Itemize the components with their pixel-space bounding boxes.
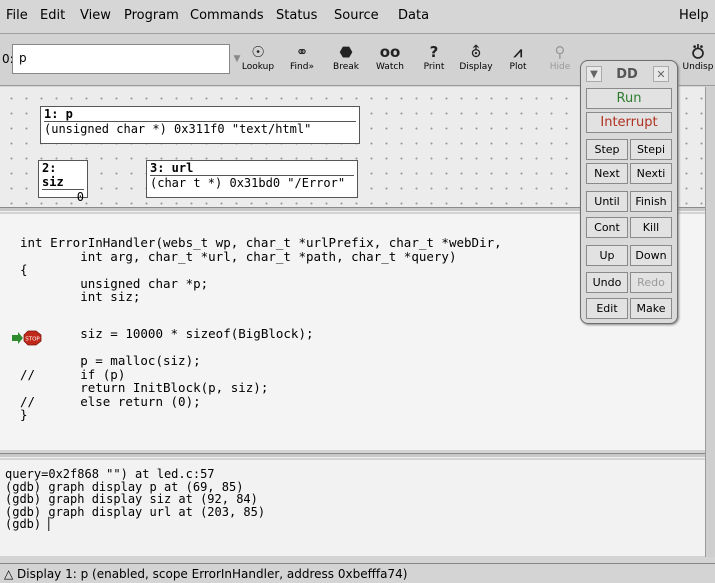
status-text: Display 1: p (enabled, scope ErrorInHand…: [17, 567, 408, 581]
find-button[interactable]: ⚭ Find»: [282, 42, 322, 80]
close-icon[interactable]: ✕: [653, 66, 669, 82]
menu-file[interactable]: File: [6, 8, 28, 23]
menu-view[interactable]: View: [80, 8, 111, 23]
until-button[interactable]: Until: [586, 191, 628, 212]
warning-triangle-icon: △: [4, 567, 18, 581]
watch-icon: oo: [379, 43, 401, 61]
run-button[interactable]: Run: [586, 88, 672, 109]
print-button[interactable]: ? Print: [414, 42, 454, 80]
hide-button[interactable]: ⚲ Hide: [540, 42, 580, 80]
console-line: (gdb) graph display url at (203, 85): [5, 504, 266, 519]
menu-edit[interactable]: Edit: [40, 8, 65, 23]
display-p[interactable]: 1: p (unsigned char *) 0x311f0 "text/htm…: [40, 106, 360, 144]
command-tool-title: DD: [616, 67, 638, 82]
menu-bar: File Edit View Program Commands Status S…: [0, 0, 715, 34]
text-cursor: ▏: [48, 517, 56, 531]
source-line: // else return (0);: [20, 393, 201, 409]
undisp-label: Undisp: [682, 62, 714, 72]
source-line: [20, 341, 705, 355]
vertical-scrollbar[interactable]: [705, 87, 715, 557]
menu-source[interactable]: Source: [334, 8, 379, 23]
console-prompt[interactable]: (gdb) ▏: [5, 518, 705, 531]
lookup-button[interactable]: ☉ Lookup: [238, 42, 278, 80]
nexti-button[interactable]: Nexti: [630, 163, 672, 184]
find-label: Find»: [290, 62, 314, 72]
display-p-value: (unsigned char *) 0x311f0 "text/html": [44, 122, 312, 136]
display-icon: ⛢: [470, 43, 482, 61]
undisp-icon: ⛣: [690, 43, 706, 61]
print-icon: ?: [429, 43, 439, 61]
command-tool: ▼ DD ✕ Run Interrupt Step Stepi Next Nex…: [580, 60, 678, 324]
menu-help[interactable]: Help: [679, 8, 709, 23]
print-label: Print: [423, 62, 445, 72]
display-url-title: 3: url: [150, 161, 354, 176]
make-button[interactable]: Make: [630, 298, 672, 319]
menu-program[interactable]: Program: [124, 8, 179, 23]
menu-status[interactable]: Status: [276, 8, 317, 23]
display-siz-value: 0: [76, 190, 84, 204]
watch-label: Watch: [375, 62, 405, 72]
break-icon: ⬣: [339, 43, 353, 61]
watch-button[interactable]: oo Watch: [370, 42, 410, 80]
cont-button[interactable]: Cont: [586, 217, 628, 238]
source-line: // if (p): [20, 366, 126, 382]
display-siz-title: 2: siz: [42, 161, 84, 190]
console-line: query=0x2f868 "") at led.c:57: [5, 467, 215, 481]
redo-button[interactable]: Redo: [630, 272, 672, 293]
breakpoint-stop-label: STOP: [25, 337, 40, 343]
hide-label: Hide: [549, 62, 571, 72]
argument-input[interactable]: p: [12, 44, 230, 74]
plot-button[interactable]: ⩘ Plot: [498, 42, 538, 80]
console-line: (gdb): [5, 517, 49, 531]
menu-commands[interactable]: Commands: [190, 8, 264, 23]
step-button[interactable]: Step: [586, 139, 628, 160]
kill-button[interactable]: Kill: [630, 217, 672, 238]
lookup-icon: ☉: [251, 43, 265, 61]
finish-button[interactable]: Finish: [630, 191, 672, 212]
display-button[interactable]: ⛢ Display: [456, 42, 496, 80]
next-button[interactable]: Next: [586, 163, 628, 184]
edit-button[interactable]: Edit: [586, 298, 628, 319]
interrupt-button[interactable]: Interrupt: [586, 112, 672, 133]
up-button[interactable]: Up: [586, 245, 628, 266]
plot-icon: ⩘: [513, 43, 523, 61]
chevron-down-icon[interactable]: ▼: [586, 66, 602, 82]
display-p-title: 1: p: [44, 107, 356, 122]
hide-icon: ⚲: [554, 43, 566, 61]
display-siz[interactable]: 2: siz 0: [38, 160, 88, 204]
source-line: siz = 10000 * sizeof(BigBlock);: [20, 326, 314, 341]
command-tool-titlebar[interactable]: ▼ DD ✕: [581, 64, 677, 86]
undo-button[interactable]: Undo: [586, 272, 628, 293]
display-url-value: (char t *) 0x31bd0 "/Error": [150, 176, 346, 190]
break-label: Break: [333, 62, 359, 72]
down-button[interactable]: Down: [630, 245, 672, 266]
display-label: Display: [459, 62, 493, 72]
status-bar: △ Display 1: p (enabled, scope ErrorInHa…: [0, 563, 715, 583]
lookup-label: Lookup: [241, 62, 275, 72]
undisp-button[interactable]: ⛣ Undisp: [678, 42, 715, 80]
gdb-console[interactable]: query=0x2f868 "") at led.c:57 (gdb) graph…: [0, 460, 705, 556]
break-button[interactable]: ⬣ Break: [326, 42, 366, 80]
menu-data[interactable]: Data: [398, 8, 429, 23]
source-line: p = malloc(siz);: [20, 353, 201, 368]
console-line: (gdb) graph display siz at (92, 84): [5, 492, 258, 506]
stepi-button[interactable]: Stepi: [630, 139, 672, 160]
breakpoint-stop-icon[interactable]: STOP: [12, 330, 46, 346]
source-console-splitter[interactable]: [0, 453, 715, 458]
source-line: }: [20, 407, 28, 422]
display-url[interactable]: 3: url (char t *) 0x31bd0 "/Error": [146, 160, 358, 198]
source-line: return InitBlock(p, siz);: [20, 380, 269, 395]
find-icon: ⚭: [295, 43, 309, 61]
plot-label: Plot: [509, 62, 527, 72]
